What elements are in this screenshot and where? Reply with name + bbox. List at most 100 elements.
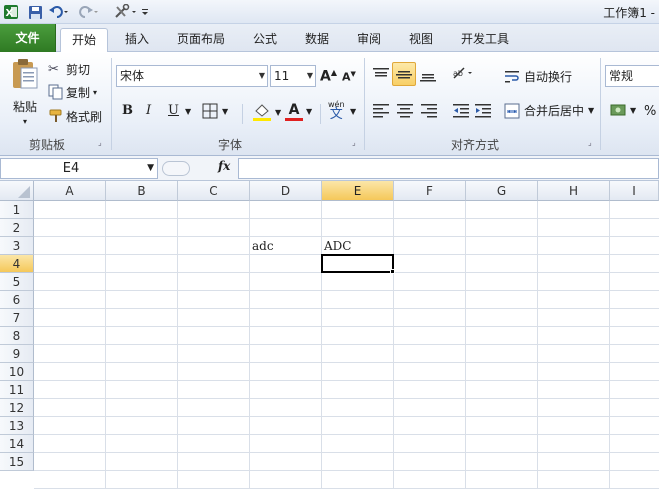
- row-header-11[interactable]: 11: [0, 381, 34, 399]
- font-size-value: 11: [274, 69, 290, 83]
- font-color-button[interactable]: A ▼: [285, 102, 312, 121]
- row-gridline: [34, 290, 659, 291]
- name-box[interactable]: E4 ▼: [0, 158, 158, 179]
- column-header-g[interactable]: G: [466, 181, 538, 201]
- row-header-3[interactable]: 3: [0, 237, 34, 255]
- increase-indent-button[interactable]: [474, 102, 492, 118]
- formula-bar-resize-handle[interactable]: [162, 161, 190, 176]
- row-header-2[interactable]: 2: [0, 219, 34, 237]
- align-left-icon: [373, 104, 389, 118]
- insert-function-icon[interactable]: fx: [218, 159, 230, 173]
- ribbon-tabs: 文件 开始 插入 页面布局 公式 数据 审阅 视图 开发工具: [0, 24, 659, 53]
- orientation-button[interactable]: ab: [452, 66, 474, 82]
- row-gridline: [34, 416, 659, 417]
- align-right-icon: [421, 104, 437, 118]
- row-header-7[interactable]: 7: [0, 309, 34, 327]
- row-gridline: [34, 470, 659, 471]
- column-header-c[interactable]: C: [178, 181, 250, 201]
- align-left-button[interactable]: [372, 102, 390, 118]
- copy-button[interactable]: 复制 ▾: [48, 83, 97, 101]
- shrink-font-button[interactable]: A▼: [342, 70, 356, 84]
- tools-icon[interactable]: [112, 3, 138, 21]
- tab-review[interactable]: 审阅: [350, 28, 388, 52]
- tab-developer[interactable]: 开发工具: [454, 28, 516, 52]
- ribbon-home: 粘贴 ▾ ✂ 剪切 复制 ▾ 格式刷 剪贴板 ⌟ 宋体 ▼ 11 ▼ A▲ A▼…: [0, 52, 659, 156]
- redo-icon[interactable]: [78, 3, 100, 21]
- row-header-8[interactable]: 8: [0, 327, 34, 345]
- alignment-launcher-icon[interactable]: ⌟: [588, 138, 592, 147]
- format-painter-button[interactable]: 格式刷: [48, 107, 102, 125]
- font-launcher-icon[interactable]: ⌟: [352, 138, 356, 147]
- font-size-select[interactable]: 11 ▼: [270, 65, 316, 87]
- wrap-text-button[interactable]: 自动换行: [504, 68, 572, 85]
- column-header-h[interactable]: H: [538, 181, 610, 201]
- align-center-icon: [397, 104, 413, 118]
- select-all-corner[interactable]: [0, 181, 34, 201]
- fill-color-icon: [253, 104, 271, 121]
- row-header-15[interactable]: 15: [0, 453, 34, 471]
- paste-button[interactable]: 粘贴 ▾: [8, 58, 42, 138]
- bold-button[interactable]: B: [122, 103, 136, 118]
- number-format-select[interactable]: 常规: [605, 65, 659, 87]
- borders-icon: [202, 103, 218, 119]
- cut-label: 剪切: [66, 62, 91, 77]
- row-header-12[interactable]: 12: [0, 399, 34, 417]
- phonetic-button[interactable]: wén 文: [328, 100, 345, 121]
- align-center-button[interactable]: [396, 102, 414, 118]
- fill-color-button[interactable]: ▼: [252, 102, 281, 122]
- row-header-4[interactable]: 4: [0, 255, 34, 273]
- accounting-format-button[interactable]: ▼: [610, 102, 636, 118]
- cell-d3[interactable]: adc: [250, 237, 322, 255]
- column-header-a[interactable]: A: [34, 181, 106, 201]
- row-header-1[interactable]: 1: [0, 201, 34, 219]
- decrease-indent-icon: [453, 104, 469, 118]
- font-name-select[interactable]: 宋体 ▼: [116, 65, 268, 87]
- column-header-b[interactable]: B: [106, 181, 178, 201]
- tab-formulas[interactable]: 公式: [246, 28, 284, 52]
- chevron-down-icon[interactable]: ▼: [147, 163, 154, 173]
- align-right-button[interactable]: [420, 102, 438, 118]
- format-painter-label: 格式刷: [66, 109, 103, 124]
- align-top-button[interactable]: [372, 66, 390, 82]
- underline-button[interactable]: U: [168, 103, 182, 118]
- underline-dropdown-icon[interactable]: ▼: [185, 107, 191, 116]
- grow-font-button[interactable]: A▲: [320, 68, 337, 85]
- row-header-5[interactable]: 5: [0, 273, 34, 291]
- undo-icon[interactable]: [48, 3, 70, 21]
- row-header-6[interactable]: 6: [0, 291, 34, 309]
- merge-center-button[interactable]: 合并后居中 ▼: [504, 102, 594, 119]
- clipboard-launcher-icon[interactable]: ⌟: [98, 138, 102, 147]
- column-header-i[interactable]: I: [610, 181, 659, 201]
- phonetic-dropdown-icon[interactable]: ▼: [350, 107, 356, 116]
- customize-quick-access-icon[interactable]: [140, 3, 150, 21]
- percent-button[interactable]: %: [644, 104, 656, 119]
- tab-data[interactable]: 数据: [298, 28, 336, 52]
- tab-insert[interactable]: 插入: [118, 28, 156, 52]
- selected-cell[interactable]: [321, 254, 394, 273]
- row-header-9[interactable]: 9: [0, 345, 34, 363]
- paste-label: 粘贴: [12, 100, 37, 114]
- tab-page-layout[interactable]: 页面布局: [172, 28, 230, 52]
- paste-dropdown-icon: ▾: [22, 117, 27, 126]
- column-header-e[interactable]: E: [322, 181, 394, 201]
- save-icon[interactable]: [26, 3, 44, 21]
- tab-file[interactable]: 文件: [0, 24, 56, 52]
- align-bottom-button[interactable]: [419, 66, 437, 82]
- decrease-indent-button[interactable]: [452, 102, 470, 118]
- formula-input[interactable]: [238, 158, 659, 179]
- italic-button[interactable]: I: [146, 103, 160, 118]
- fill-handle[interactable]: [390, 269, 395, 274]
- row-header-10[interactable]: 10: [0, 363, 34, 381]
- tab-home[interactable]: 开始: [60, 28, 108, 53]
- worksheet-grid[interactable]: ABCDEFGHI 1 2 3 4 5 6 7 8 9 10 11 12 13 14 15 adc ADC: [0, 181, 659, 489]
- borders-button[interactable]: ▼: [202, 103, 228, 119]
- cut-button[interactable]: ✂ 剪切: [48, 60, 90, 78]
- row-header-13[interactable]: 13: [0, 417, 34, 435]
- cell-e3[interactable]: ADC: [322, 237, 394, 255]
- column-header-f[interactable]: F: [394, 181, 466, 201]
- align-middle-button[interactable]: [392, 62, 416, 86]
- row-header-14[interactable]: 14: [0, 435, 34, 453]
- excel-logo-icon[interactable]: X: [2, 3, 20, 21]
- tab-view[interactable]: 视图: [402, 28, 440, 52]
- column-header-d[interactable]: D: [250, 181, 322, 201]
